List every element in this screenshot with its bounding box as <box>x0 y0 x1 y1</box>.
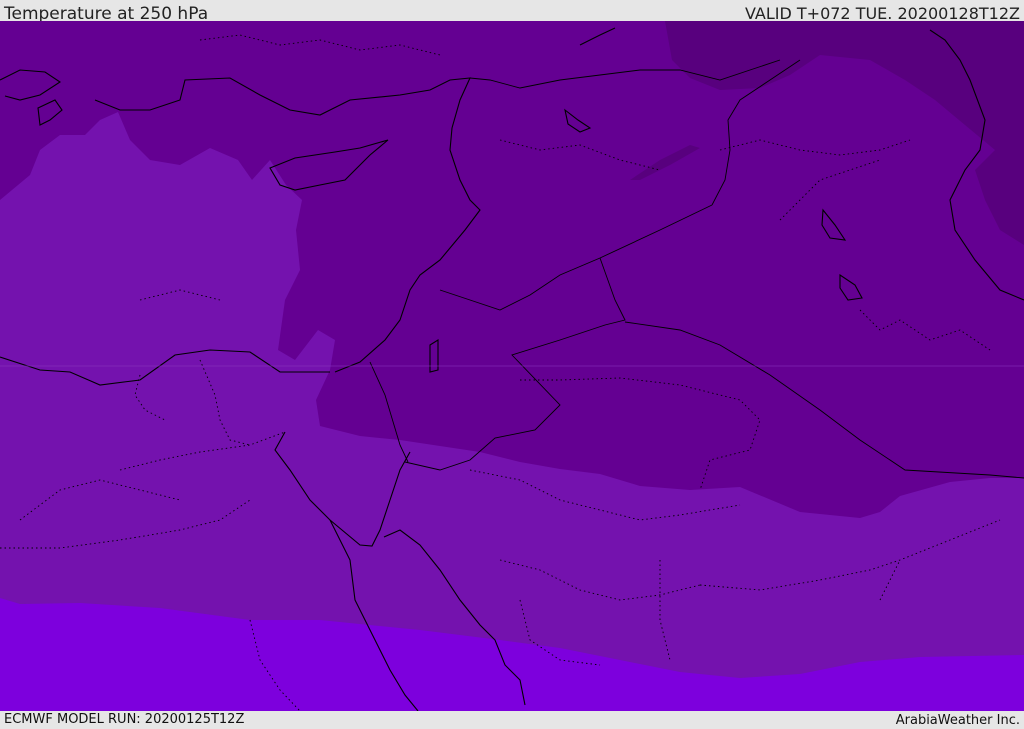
temperature-map <box>0 21 1024 711</box>
map-footer-bar: ECMWF MODEL RUN: 20200125T12Z ArabiaWeat… <box>0 711 1024 729</box>
model-run-label: ECMWF MODEL RUN: 20200125T12Z <box>4 712 245 727</box>
credit-label: ArabiaWeather Inc. <box>895 713 1020 728</box>
map-header-bar: Temperature at 250 hPa VALID T+072 TUE. … <box>0 0 1024 24</box>
